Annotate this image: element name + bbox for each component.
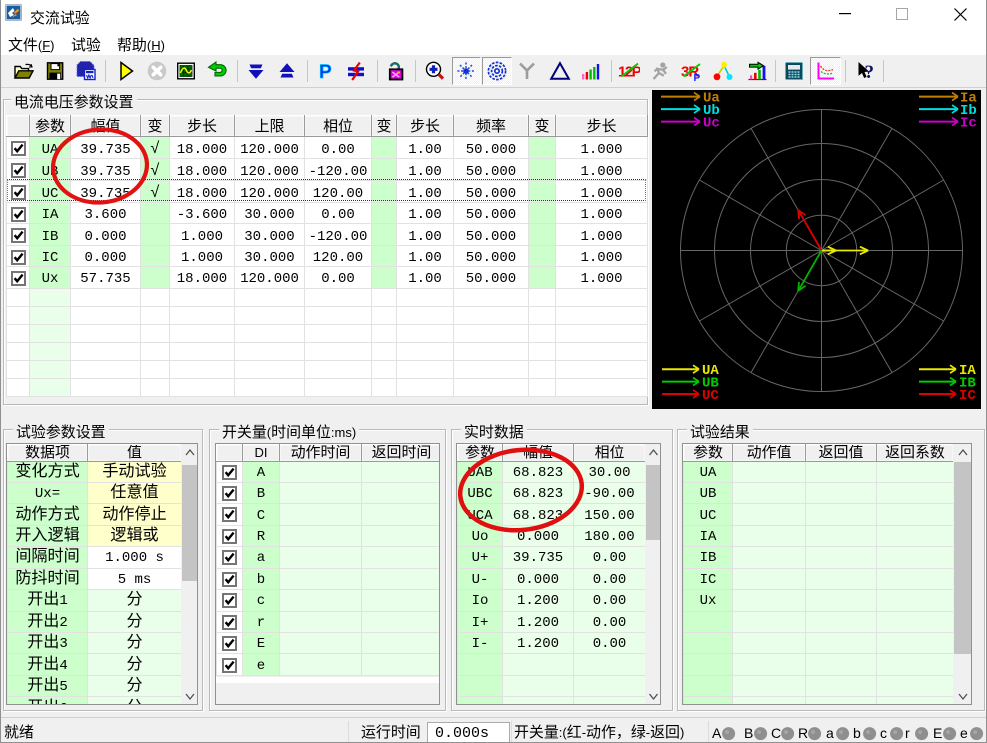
svg-text:?: ? [865,62,875,82]
svg-text:P: P [694,73,701,82]
svg-text:IC: IC [959,388,976,404]
svg-text:UC: UC [702,388,719,404]
svg-text:12P: 12P [618,64,640,81]
svg-text:Uc: Uc [703,116,720,132]
svg-text:Ic: Ic [960,116,977,132]
svg-text:P: P [319,62,332,82]
